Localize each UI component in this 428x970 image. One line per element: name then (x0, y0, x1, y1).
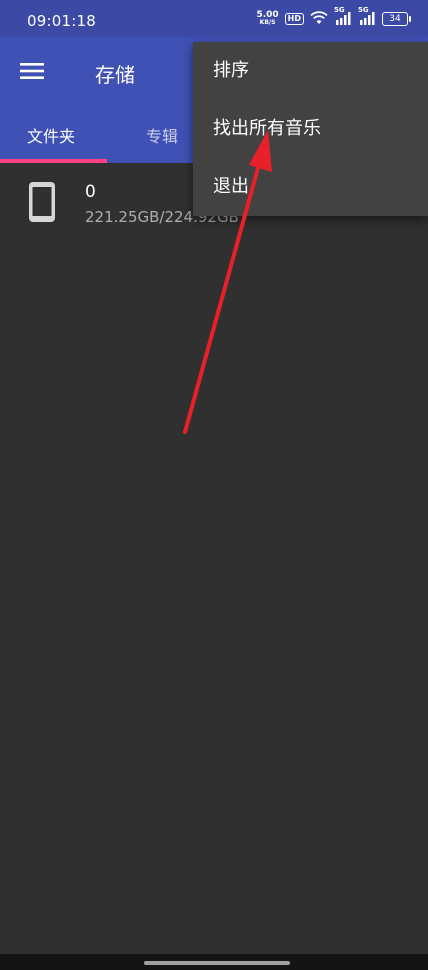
menu-item-find-all-music[interactable]: 找出所有音乐 (193, 100, 428, 158)
network-speed: 5.00 KB/S (256, 11, 278, 27)
overflow-menu: 排序 找出所有音乐 退出 (193, 42, 428, 216)
status-time: 09:01:18 (27, 12, 96, 30)
network-speed-unit: KB/S (259, 19, 276, 26)
hd-badge: HD (284, 13, 304, 25)
storage-name: 0 (85, 182, 96, 202)
signal-icon: 5G (358, 6, 376, 29)
page-title: 存储 (95, 63, 135, 87)
network-speed-value: 5.00 (256, 10, 279, 20)
tab-albums[interactable]: 专辑 (146, 123, 178, 147)
gesture-handle[interactable] (144, 961, 290, 965)
menu-item-sort[interactable]: 排序 (193, 42, 428, 100)
battery-icon: 34 (382, 12, 411, 26)
tab-folders[interactable]: 文件夹 (27, 123, 75, 147)
menu-item-exit[interactable]: 退出 (193, 158, 428, 216)
phone-icon (28, 181, 56, 227)
wifi-icon (310, 10, 328, 29)
signal-label: 5G (358, 5, 369, 14)
status-bar: 09:01:18 5.00 KB/S HD 5G 5G 34 (0, 0, 428, 37)
status-icons: 5.00 KB/S HD 5G 5G 34 (256, 6, 411, 29)
signal-label: 5G (334, 5, 345, 14)
signal-icon: 5G (334, 6, 352, 29)
battery-level: 34 (389, 14, 401, 24)
navigation-bar (0, 954, 428, 970)
hamburger-menu-icon[interactable] (14, 53, 50, 89)
